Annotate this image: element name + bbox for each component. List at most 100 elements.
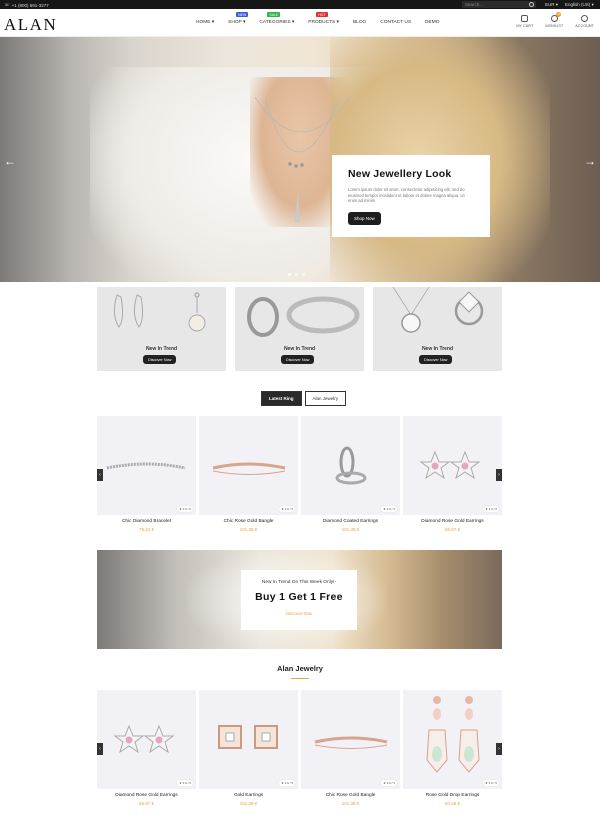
- product-name[interactable]: Chic Diamond Bracelet: [97, 519, 196, 524]
- square-earrings-graphic: [218, 725, 278, 749]
- promo-banner-1[interactable]: New In Trend Discover Now: [97, 287, 226, 371]
- promo-link[interactable]: Discover Now: [241, 611, 357, 616]
- product-name[interactable]: Diamond Rose Gold Earrings: [403, 519, 502, 524]
- discover-now-button[interactable]: Discover Now: [419, 355, 453, 364]
- banner-title: New In Trend: [145, 346, 178, 352]
- slide-dot[interactable]: [302, 273, 305, 276]
- promo-caption: New In Trend On This Week Only!- Buy 1 G…: [241, 570, 357, 630]
- product-card[interactable]: ★ 3.9 / 5 Diamond Rose Gold Earrings 55.…: [403, 416, 502, 532]
- phone-icon: ☏: [4, 2, 10, 7]
- product-image[interactable]: ★ 3.9 / 5: [199, 690, 298, 789]
- drop-earrings-graphic: [426, 696, 480, 773]
- carousel-next-arrow[interactable]: ›: [496, 743, 502, 755]
- promo-subtitle: New In Trend On This Week Only!-: [261, 580, 337, 585]
- rating-badge: ★ 3.9 / 5: [177, 780, 193, 786]
- product-image[interactable]: ★ 3.9 / 5: [403, 416, 502, 515]
- slide-dot[interactable]: [295, 273, 298, 276]
- product-name[interactable]: Rose Gold Drop Earrings: [403, 793, 502, 798]
- nav-categories[interactable]: SALE CATEGORIES ▾: [259, 12, 294, 25]
- rating-badge: ★ 3.9 / 5: [279, 506, 295, 512]
- account-button[interactable]: ACCOUNT: [575, 15, 594, 28]
- product-card[interactable]: ★ 3.9 / 5 Chic Rose Gold Bangle 101.38 €: [199, 416, 298, 532]
- product-card[interactable]: ★ 3.9 / 5 Chic Rose Gold Bangle 101.38 €: [301, 690, 400, 806]
- nav-demo[interactable]: DEMO: [425, 20, 439, 25]
- nav-products[interactable]: HOT PRODUCTS ▾: [308, 12, 339, 25]
- product-name[interactable]: Chic Rose Gold Bangle: [199, 519, 298, 524]
- wishlist-count: 0: [556, 12, 562, 17]
- sale-badge: SALE: [267, 12, 281, 17]
- shop-now-button[interactable]: Shop Now: [348, 211, 381, 225]
- hero-caption: New Jewellery Look Lorem ipsum dolor sit…: [332, 155, 490, 237]
- promo-title: Buy 1 Get 1 Free: [255, 591, 343, 603]
- tab-latest-ring[interactable]: Latest Ring: [261, 391, 302, 406]
- rings-graphic: [247, 296, 360, 337]
- product-name[interactable]: Gold Earrings: [199, 793, 298, 798]
- main-nav: HOME ▾ NEW SHOP ▾ SALE CATEGORIES ▾ HOT PRO…: [196, 12, 453, 25]
- promo-banner-2[interactable]: New In Trend Discover Now: [235, 287, 364, 371]
- product-price: 101.38 €: [341, 527, 360, 532]
- promo-section: New In Trend On This Week Only!- Buy 1 G…: [97, 550, 502, 649]
- tab-alan-jewelry[interactable]: Alan Jewelry: [304, 391, 347, 406]
- product-price: 101.38 €: [239, 527, 258, 532]
- phone-info: ☏ +1 (800) 691-3277: [4, 2, 49, 8]
- discover-now-button[interactable]: Discover Now: [143, 355, 177, 364]
- hero-title: New Jewellery Look: [348, 168, 452, 180]
- rating-badge: ★ 3.9 / 5: [483, 780, 499, 786]
- earrings-graphic: [113, 292, 206, 332]
- product-name[interactable]: Diamond Rose Gold Earrings: [97, 793, 196, 798]
- product-image[interactable]: ★ 3.9 / 5: [403, 690, 502, 789]
- product-name[interactable]: Chic Rose Gold Bangle: [301, 793, 400, 798]
- promo-banner-3[interactable]: New In Trend Discover Now: [373, 287, 502, 371]
- language-selector[interactable]: English (US) ▾: [565, 2, 594, 8]
- new-badge: NEW: [236, 12, 249, 17]
- bangle-graphic: [314, 736, 388, 749]
- product-image[interactable]: ★ 3.9 / 5: [97, 690, 196, 789]
- product-image[interactable]: ★ 3.9 / 5: [301, 416, 400, 515]
- product-tabs: Latest Ring Alan Jewelry: [261, 391, 347, 406]
- product-card[interactable]: ★ 3.9 / 5 Diamond Rose Gold Earrings 55.…: [97, 690, 196, 806]
- product-image[interactable]: ★ 3.9 / 5: [199, 416, 298, 515]
- rating-badge: ★ 3.9 / 5: [381, 780, 397, 786]
- product-image[interactable]: ★ 3.9 / 5: [301, 690, 400, 789]
- star-earrings-graphic: [419, 450, 481, 480]
- nav-home[interactable]: HOME ▾: [196, 20, 214, 25]
- hot-badge: HOT: [316, 12, 328, 17]
- discover-now-button[interactable]: Discover Now: [281, 355, 315, 364]
- nav-shop[interactable]: NEW SHOP ▾: [228, 12, 249, 25]
- product-image[interactable]: ★ 3.9 / 5: [97, 416, 196, 515]
- logo[interactable]: ALAN: [4, 15, 57, 35]
- carousel-prev-arrow[interactable]: ‹: [97, 743, 103, 755]
- carousel-prev-arrow[interactable]: ‹: [97, 469, 103, 481]
- star-earrings-graphic: [113, 724, 175, 754]
- slide-dot[interactable]: [288, 273, 291, 276]
- hero-text: Lorem ipsum dolor sit amet, consectetur …: [348, 187, 465, 203]
- hero-pagination: [288, 273, 305, 276]
- nav-blog[interactable]: BLOG: [353, 20, 366, 25]
- wishlist-button[interactable]: 0 WISHLIST: [545, 12, 563, 28]
- nav-contact[interactable]: CONTACT US: [380, 20, 411, 25]
- rating-badge: ★ 3.9 / 5: [177, 506, 193, 512]
- top-bar: ☏ +1 (800) 691-3277 Search... EUR ▾ Engl…: [0, 0, 600, 9]
- pendant-ring-graphic: [392, 287, 484, 333]
- hero-prev-arrow[interactable]: ←: [4, 154, 16, 168]
- carousel-next-arrow[interactable]: ›: [496, 469, 502, 481]
- product-card[interactable]: ★ 3.9 / 5 Rose Gold Drop Earrings 60.68 …: [403, 690, 502, 806]
- banner-title: New In Trend: [283, 346, 316, 352]
- product-price: 60.68 €: [444, 801, 460, 806]
- product-card[interactable]: ★ 3.9 / 5 Diamond Coated Earrings 101.38…: [301, 416, 400, 532]
- hero-slider: ← → New Jewellery Look Lorem ipsum dolor…: [0, 37, 600, 282]
- product-card[interactable]: ★ 3.9 / 5 Gold Earrings 101.38 €: [199, 690, 298, 806]
- hero-next-arrow[interactable]: →: [584, 154, 596, 168]
- top-search-input[interactable]: Search...: [462, 1, 536, 8]
- product-name[interactable]: Diamond Coated Earrings: [301, 519, 400, 524]
- bangle-graphic: [212, 462, 286, 475]
- product-card[interactable]: ★ 3.9 / 5 Chic Diamond Bracelet 79.22 €: [97, 416, 196, 532]
- banner-title: New In Trend: [421, 346, 454, 352]
- rating-badge: ★ 3.9 / 5: [381, 506, 397, 512]
- search-icon[interactable]: [529, 2, 534, 7]
- bracelet-graphic: [106, 462, 186, 470]
- user-icon: [581, 15, 589, 22]
- cart-button[interactable]: MY CART: [516, 15, 533, 28]
- currency-selector[interactable]: EUR ▾: [545, 2, 558, 8]
- product-price: 101.38 €: [239, 801, 258, 806]
